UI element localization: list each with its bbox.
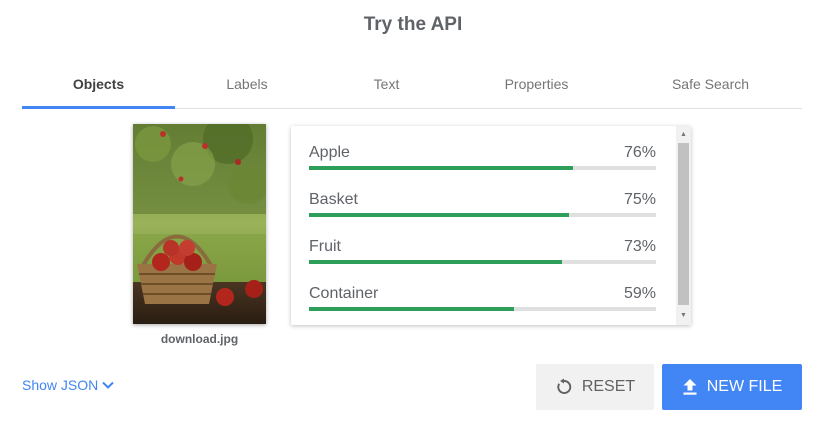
tab-bar: Objects Labels Text Properties Safe Sear… [22,62,802,109]
result-percent: 73% [623,238,656,255]
result-label: Container [309,285,379,302]
page-title: Try the API [363,14,463,35]
result-label: Basket [309,191,358,208]
scroll-down-arrow-icon[interactable]: ▼ [676,310,691,322]
apple-basket-photo [133,124,266,324]
result-row: Apple 76% [309,126,656,170]
tab-safe-search[interactable]: Safe Search [619,62,802,108]
results-panel: Apple 76% Basket 75% Fruit 73% Container… [291,126,691,325]
confidence-bar-track [309,260,656,264]
confidence-bar-fill [309,166,573,170]
confidence-bar-track [309,166,656,170]
tab-labels[interactable]: Labels [175,62,319,108]
reset-button-label: RESET [581,378,636,395]
tab-properties[interactable]: Properties [454,62,619,108]
results-scrollbar[interactable]: ▲ ▼ [676,126,691,325]
reset-icon [557,378,572,394]
result-row: Basket 75% [309,173,656,217]
tab-objects[interactable]: Objects [22,62,175,108]
scrollbar-thumb[interactable] [678,143,689,305]
uploaded-image-thumbnail[interactable] [133,124,266,324]
confidence-bar-fill [309,260,563,264]
confidence-bar-fill [309,213,570,217]
show-json-label: Show JSON [22,377,99,393]
result-row: Fruit 73% [309,220,656,264]
result-label: Apple [309,144,350,161]
active-tab-indicator [22,106,175,109]
result-percent: 59% [623,285,656,302]
upload-icon [683,379,697,395]
reset-button[interactable]: RESET [536,364,654,410]
result-percent: 76% [623,144,656,161]
image-filename: download.jpg [160,332,239,346]
scroll-up-arrow-icon[interactable]: ▲ [676,129,691,141]
result-row: Container 59% [309,267,656,311]
confidence-bar-track [309,307,656,311]
new-file-button[interactable]: NEW FILE [662,364,802,410]
confidence-bar-track [309,213,656,217]
confidence-bar-fill [309,307,514,311]
show-json-toggle[interactable]: Show JSON [22,377,115,393]
chevron-down-icon [102,381,114,389]
tab-text[interactable]: Text [319,62,454,108]
result-label: Fruit [309,238,341,255]
new-file-button-label: NEW FILE [706,378,783,395]
result-percent: 75% [623,191,656,208]
